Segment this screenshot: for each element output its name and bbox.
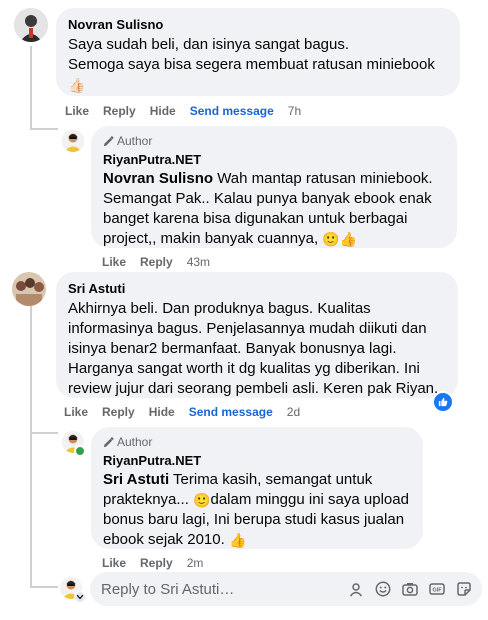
smile-thumbs-up-icon: 🙂👍 xyxy=(322,231,358,247)
composer-tools: GIF xyxy=(348,581,482,597)
thread-line xyxy=(30,46,32,130)
emoji-icon[interactable] xyxy=(375,581,391,597)
thread-line xyxy=(30,586,58,588)
reply-composer[interactable]: Reply to Sri Astuti… GIF xyxy=(90,572,482,606)
like-button[interactable]: Like xyxy=(65,103,89,119)
reply-author[interactable]: RiyanPutra.NET xyxy=(103,151,445,168)
chevron-down-icon[interactable] xyxy=(74,591,86,603)
pencil-icon xyxy=(103,436,114,447)
like-button[interactable]: Like xyxy=(102,555,126,571)
reply-author[interactable]: RiyanPutra.NET xyxy=(103,452,411,469)
thread-line xyxy=(30,128,58,130)
comment-text: Akhirnya beli. Dan produknya bagus. Kual… xyxy=(68,300,439,397)
comment-author[interactable]: Sri Astuti xyxy=(68,280,446,297)
avatar[interactable] xyxy=(12,272,46,306)
smile-icon: 🙂 xyxy=(193,492,211,508)
timestamp[interactable]: 43m xyxy=(187,254,210,270)
comment-author[interactable]: Novran Sulisno xyxy=(68,16,448,33)
sticker-icon[interactable] xyxy=(456,581,472,597)
online-status-icon xyxy=(74,445,86,457)
avatar[interactable] xyxy=(62,130,84,152)
comment-bubble: Sri Astuti Akhirnya beli. Dan produknya … xyxy=(56,272,458,398)
thumbs-up-icon: 👍🏻 xyxy=(68,77,86,93)
timestamp[interactable]: 7h xyxy=(288,103,301,119)
thread-line xyxy=(30,432,58,434)
like-reaction-icon[interactable] xyxy=(432,391,454,413)
svg-text:GIF: GIF xyxy=(432,588,442,594)
reply-bubble: Author RiyanPutra.NET Sri Astuti Terima … xyxy=(91,427,423,549)
comment-bubble: Novran Sulisno Saya sudah beli, dan isin… xyxy=(56,8,460,96)
timestamp[interactable]: 2m xyxy=(187,555,204,571)
reply-text: Novran Sulisno Wah mantap ratusan minieb… xyxy=(103,170,433,247)
like-button[interactable]: Like xyxy=(64,404,88,420)
reply-button[interactable]: Reply xyxy=(140,555,173,571)
avatar-sticker-icon[interactable] xyxy=(348,581,364,597)
mention-link[interactable]: Sri Astuti xyxy=(103,471,169,488)
hide-button[interactable]: Hide xyxy=(149,404,175,420)
reply-bubble: Author RiyanPutra.NET Novran Sulisno Wah… xyxy=(91,126,457,248)
like-button[interactable]: Like xyxy=(102,254,126,270)
hide-button[interactable]: Hide xyxy=(150,103,176,119)
reply-actions: Like Reply 43m xyxy=(102,254,210,270)
reply-button[interactable]: Reply xyxy=(102,404,135,420)
mention-link[interactable]: Novran Sulisno xyxy=(103,170,213,187)
avatar[interactable] xyxy=(14,8,48,42)
reply-button[interactable]: Reply xyxy=(103,103,136,119)
reply-text: Sri Astuti Terima kasih, semangat untuk … xyxy=(103,471,409,548)
gif-icon[interactable]: GIF xyxy=(429,581,445,597)
reply-input[interactable]: Reply to Sri Astuti… xyxy=(101,581,348,598)
thumbs-up-icon: 👍 xyxy=(228,532,247,548)
send-message-button[interactable]: Send message xyxy=(190,103,274,119)
comment-text: Saya sudah beli, dan isinya sangat bagus… xyxy=(68,36,435,93)
author-badge: Author xyxy=(103,134,445,148)
author-badge: Author xyxy=(103,435,411,449)
pencil-icon xyxy=(103,135,114,146)
send-message-button[interactable]: Send message xyxy=(189,404,273,420)
reply-actions: Like Reply 2m xyxy=(102,555,203,571)
comment-actions: Like Reply Hide Send message 7h xyxy=(65,103,301,119)
comment-actions: Like Reply Hide Send message 2d xyxy=(64,404,300,420)
reply-button[interactable]: Reply xyxy=(140,254,173,270)
timestamp[interactable]: 2d xyxy=(287,404,300,420)
thread-line xyxy=(30,304,32,588)
camera-icon[interactable] xyxy=(402,581,418,597)
